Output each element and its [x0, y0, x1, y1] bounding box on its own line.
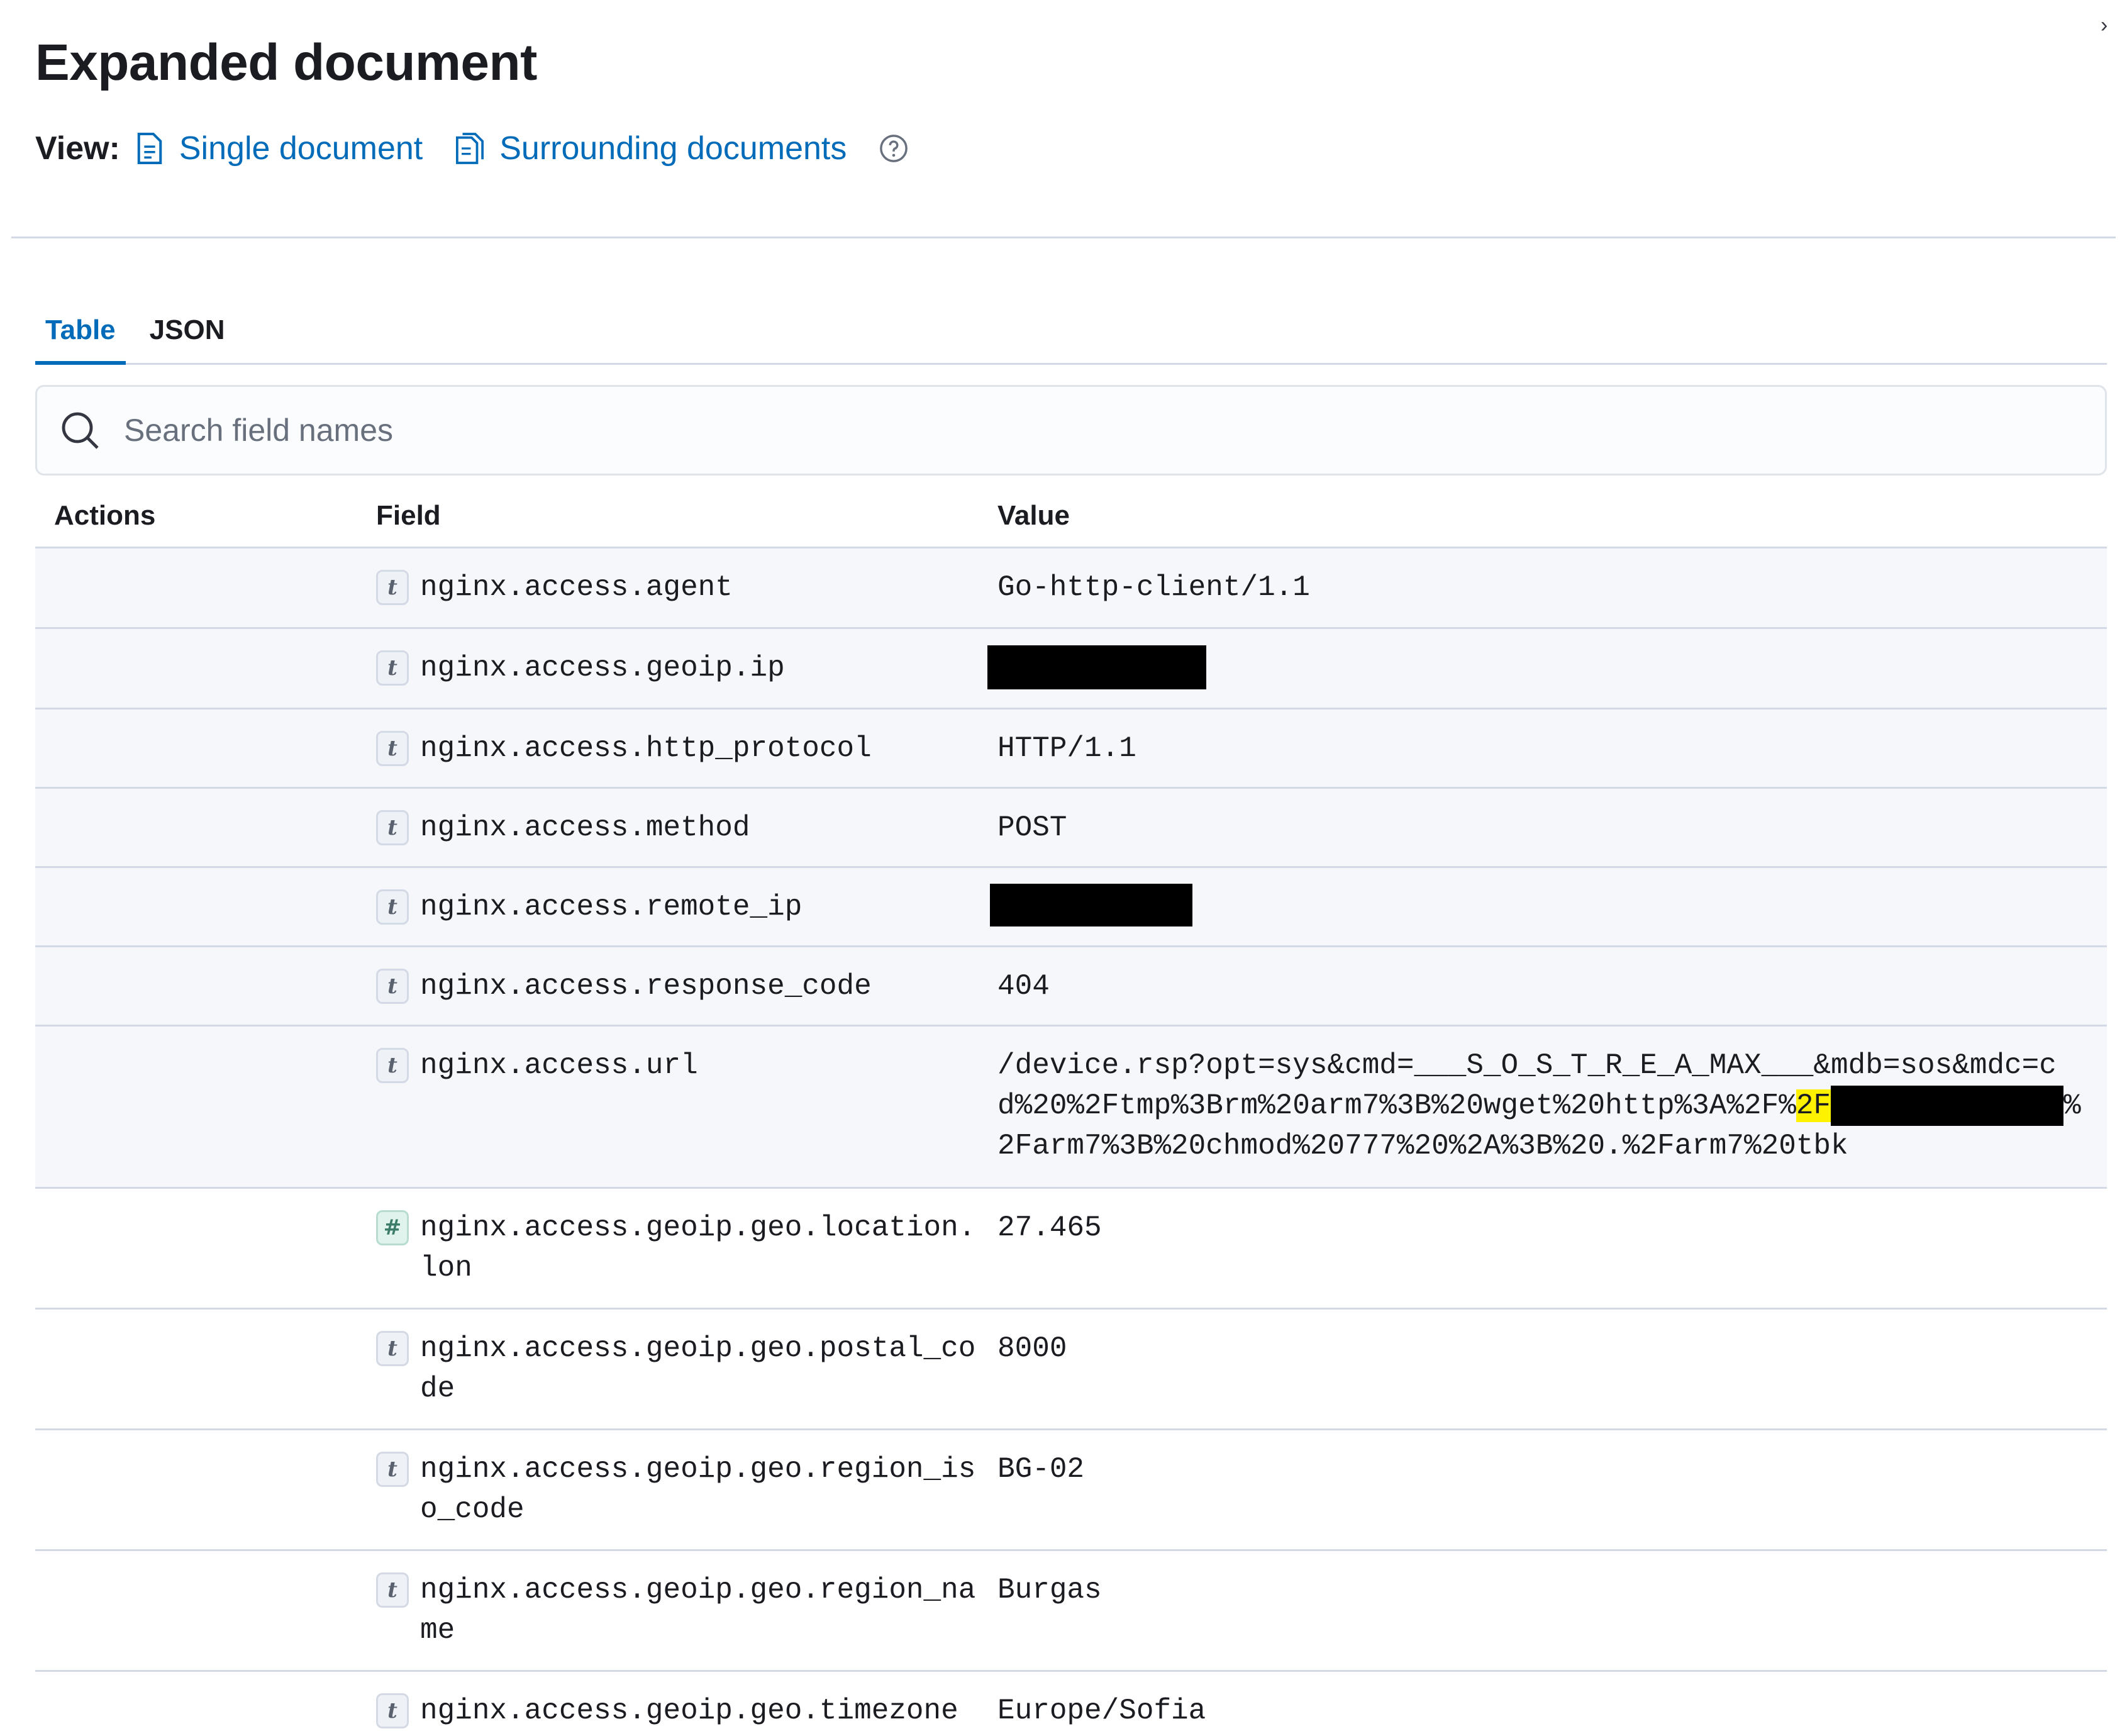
field-cell: t nginx.access.geoip.geo.region_name [376, 1551, 997, 1670]
field-cell: t nginx.access.geoip.ip [376, 629, 997, 708]
view-label: View: [35, 130, 120, 167]
field-name: nginx.access.url [420, 1049, 698, 1082]
document-icon [137, 132, 162, 165]
field-name: nginx.access.http_protocol [420, 732, 872, 765]
header-value: Value [997, 499, 1070, 531]
field-cell: t nginx.access.geoip.geo.postal_code [376, 1310, 997, 1428]
table-header: Actions Field Value [35, 484, 2107, 548]
string-type-icon: t [376, 1048, 409, 1083]
table-row: t nginx.access.http_protocol HTTP/1.1 [35, 709, 2107, 789]
string-type-icon: t [376, 1452, 409, 1487]
field-name: nginx.access.geoip.geo.location.lon [420, 1211, 976, 1284]
document-table: Actions Field Value t nginx.access.agent… [35, 484, 2107, 1736]
row-actions [35, 1189, 376, 1308]
row-actions [35, 548, 376, 627]
view-switcher: View: Single document Surrounding docume… [35, 126, 908, 171]
string-type-icon: t [376, 810, 409, 845]
field-cell: t nginx.access.http_protocol [376, 709, 997, 787]
search-icon [62, 412, 99, 449]
field-value: Europe/Sofia [997, 1694, 1206, 1727]
table-row: # nginx.access.geoip.geo.location.lon 27… [35, 1189, 2107, 1310]
header-divider [11, 236, 2116, 238]
redacted-value [987, 645, 1206, 689]
string-type-icon: t [376, 731, 409, 766]
field-name: nginx.access.response_code [420, 970, 872, 1003]
field-value: 404 [997, 970, 1050, 1003]
question-circle-icon[interactable] [879, 134, 908, 163]
single-document-label: Single document [179, 130, 423, 167]
table-row: t nginx.access.geoip.ip [35, 629, 2107, 709]
field-value [987, 629, 2107, 708]
field-value [990, 868, 2107, 945]
table-row: t nginx.access.geoip.geo.region_name Bur… [35, 1551, 2107, 1672]
row-actions [35, 1430, 376, 1549]
field-name: nginx.access.remote_ip [420, 891, 802, 923]
table-row: t nginx.access.url /device.rsp?opt=sys&c… [35, 1027, 2107, 1189]
header-field: Field [376, 499, 441, 531]
field-value: POST [997, 811, 1067, 844]
field-cell: t nginx.access.response_code [376, 947, 997, 1025]
search-bar [35, 385, 2107, 476]
table-row: t nginx.access.geoip.geo.postal_code 800… [35, 1310, 2107, 1430]
field-cell: t nginx.access.agent [376, 548, 997, 627]
row-actions [35, 868, 376, 945]
field-name: nginx.access.geoip.geo.postal_code [420, 1332, 976, 1405]
field-value: HTTP/1.1 [997, 732, 1136, 765]
header-actions: Actions [54, 499, 156, 531]
field-cell: # nginx.access.geoip.geo.location.lon [376, 1189, 997, 1308]
field-value: BG-02 [997, 1453, 1085, 1486]
string-type-icon: t [376, 1331, 409, 1366]
table-row: t nginx.access.agent Go-http-client/1.1 [35, 548, 2107, 629]
field-name: nginx.access.agent [420, 571, 733, 604]
number-type-icon: # [376, 1210, 409, 1245]
surrounding-documents-link[interactable]: Surrounding documents [455, 130, 847, 167]
field-value: /device.rsp?opt=sys&cmd=___S_O_S_T_R_E_A… [997, 1027, 2107, 1187]
row-actions [35, 709, 376, 787]
string-type-icon: t [376, 1572, 409, 1608]
field-value: Go-http-client/1.1 [997, 571, 1310, 604]
redacted-value [990, 883, 1192, 926]
table-row: t nginx.access.response_code 404 [35, 947, 2107, 1027]
field-cell: t nginx.access.method [376, 789, 997, 866]
row-actions [35, 1027, 376, 1187]
table-row: t nginx.access.geoip.geo.timezone Europe… [35, 1672, 2107, 1736]
tab-bar: Table JSON [35, 302, 2107, 365]
string-type-icon: t [376, 570, 409, 605]
field-name: nginx.access.geoip.ip [420, 652, 785, 684]
row-actions [35, 947, 376, 1025]
search-input[interactable] [124, 412, 2105, 448]
field-value: Burgas [997, 1574, 1102, 1606]
page-title: Expanded document [35, 34, 537, 91]
row-actions [35, 1551, 376, 1670]
field-value: 27.465 [997, 1211, 1102, 1244]
field-name: nginx.access.geoip.geo.region_name [420, 1574, 976, 1647]
close-icon[interactable]: › [2101, 13, 2123, 38]
tab-json[interactable]: JSON [140, 302, 235, 365]
surrounding-documents-label: Surrounding documents [499, 130, 847, 167]
field-cell: t nginx.access.url [376, 1027, 997, 1187]
table-row: t nginx.access.remote_ip [35, 868, 2107, 947]
field-name: nginx.access.geoip.geo.region_iso_code [420, 1453, 976, 1526]
tab-table[interactable]: Table [35, 302, 126, 365]
table-row: t nginx.access.geoip.geo.region_iso_code… [35, 1430, 2107, 1551]
string-type-icon: t [376, 969, 409, 1004]
redacted-value [1831, 1086, 2064, 1126]
string-type-icon: t [376, 889, 409, 925]
row-actions [35, 789, 376, 866]
string-type-icon: t [376, 1693, 409, 1728]
field-name: nginx.access.geoip.geo.timezone [420, 1694, 958, 1727]
string-type-icon: t [376, 650, 409, 686]
field-cell: t nginx.access.remote_ip [376, 868, 997, 945]
field-value: 8000 [997, 1332, 1067, 1365]
field-cell: t nginx.access.geoip.geo.region_iso_code [376, 1430, 997, 1549]
row-actions [35, 629, 376, 708]
row-actions [35, 1310, 376, 1428]
field-name: nginx.access.method [420, 811, 750, 844]
row-actions [35, 1672, 376, 1736]
documents-icon [456, 133, 484, 164]
table-row: t nginx.access.method POST [35, 789, 2107, 868]
single-document-link[interactable]: Single document [135, 130, 423, 167]
field-cell: t nginx.access.geoip.geo.timezone [376, 1672, 997, 1736]
search-highlight: 2F [1796, 1089, 1831, 1122]
